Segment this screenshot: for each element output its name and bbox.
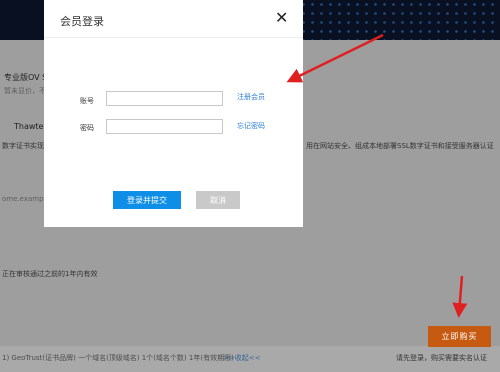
- arrow-to-buy: [452, 275, 468, 318]
- arrow-to-register: [286, 33, 384, 83]
- annotation-arrows: [286, 33, 468, 318]
